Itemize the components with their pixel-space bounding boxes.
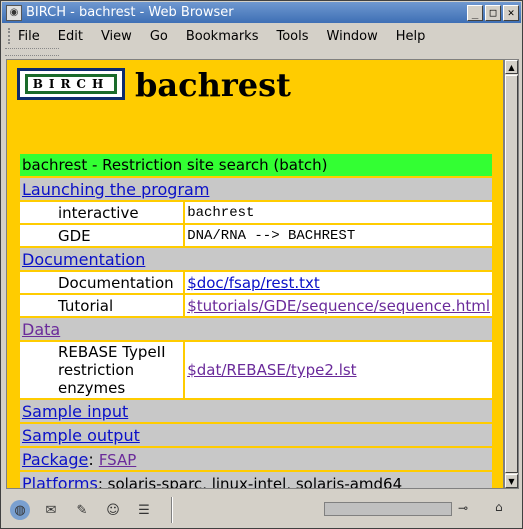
section-sample-input: Sample input	[20, 400, 492, 422]
composer-pen-icon[interactable]: ✎	[72, 500, 92, 520]
menu-help[interactable]: Help	[396, 29, 426, 44]
irc-chat-icon[interactable]: ☰	[134, 500, 154, 520]
birch-logo: BIRCH	[17, 68, 125, 100]
section-package: Package: FSAP	[20, 448, 492, 470]
section-sample-output: Sample output	[20, 424, 492, 446]
scroll-down-arrow-icon[interactable]: ▼	[505, 474, 518, 488]
browser-window: ◉ BIRCH - bachrest - Web Browser _ □ ✕ F…	[0, 0, 523, 529]
sample-input-link[interactable]: Sample input	[22, 402, 128, 421]
vertical-scrollbar[interactable]: ▲ ▼	[504, 59, 519, 489]
scroll-thumb[interactable]	[505, 75, 518, 473]
rebase-value-cell: $dat/REBASE/type2.lst	[185, 342, 492, 398]
section-launching: Launching the program	[20, 178, 492, 200]
package-link[interactable]: Package	[22, 450, 88, 469]
window-title: BIRCH - bachrest - Web Browser	[26, 5, 234, 20]
maximize-button[interactable]: □	[485, 4, 501, 21]
rebase-link[interactable]: $dat/REBASE/type2.lst	[187, 361, 356, 379]
documentation-link[interactable]: Documentation	[22, 250, 145, 269]
section-data: Data	[20, 318, 492, 340]
minimize-button[interactable]: _	[467, 4, 483, 21]
doc-value-cell: $doc/fsap/rest.txt	[185, 272, 492, 293]
collapsed-toolbar-grip[interactable]	[5, 48, 59, 56]
menu-window[interactable]: Window	[327, 29, 378, 44]
security-lock-icon[interactable]: ⌂	[495, 500, 515, 518]
menu-view[interactable]: View	[101, 29, 132, 44]
title-bar[interactable]: ◉ BIRCH - bachrest - Web Browser _ □ ✕	[2, 2, 521, 23]
menu-edit[interactable]: Edit	[58, 29, 83, 44]
scroll-up-arrow-icon[interactable]: ▲	[505, 60, 518, 74]
menu-bar: File Edit View Go Bookmarks Tools Window…	[2, 25, 521, 47]
gde-label: GDE	[20, 225, 184, 246]
address-book-icon[interactable]: ☺	[103, 500, 123, 520]
browser-app-icon: ◉	[6, 4, 22, 21]
menubar-grip[interactable]	[8, 28, 12, 44]
menu-file[interactable]: File	[18, 29, 40, 44]
launching-link[interactable]: Launching the program	[22, 180, 209, 199]
interactive-value: bachrest	[185, 202, 492, 223]
platforms-value: : solaris-sparc, linux-intel, solaris-am…	[97, 474, 403, 489]
doc-link[interactable]: $doc/fsap/rest.txt	[187, 274, 320, 292]
menu-bookmarks[interactable]: Bookmarks	[186, 29, 259, 44]
tutorial-value-cell: $tutorials/GDE/sequence/sequence.html	[185, 295, 492, 316]
doc-label: Documentation	[20, 272, 184, 293]
birch-logo-text: BIRCH	[25, 74, 117, 94]
section-documentation: Documentation	[20, 248, 492, 270]
tutorial-label: Tutorial	[20, 295, 184, 316]
section-platforms: Platforms: solaris-sparc, linux-intel, s…	[20, 472, 492, 489]
interactive-label: interactive	[20, 202, 184, 223]
tutorial-link[interactable]: $tutorials/GDE/sequence/sequence.html	[187, 297, 490, 315]
status-separator	[171, 497, 173, 523]
program-info-table: bachrest - Restriction site search (batc…	[18, 152, 494, 489]
navigator-globe-icon[interactable]: ◍	[10, 500, 30, 520]
mail-envelope-icon[interactable]: ✉	[41, 500, 61, 520]
data-link[interactable]: Data	[22, 320, 60, 339]
gde-value: DNA/RNA --> BACHREST	[185, 225, 492, 246]
page-content: BIRCH bachrest bachrest - Restriction si…	[6, 59, 504, 489]
online-connection-icon[interactable]: ⊸	[458, 501, 488, 517]
progress-bar	[324, 502, 452, 516]
page-title: bachrest	[135, 66, 291, 104]
package-colon: :	[88, 449, 99, 469]
platforms-link[interactable]: Platforms	[22, 474, 98, 489]
status-bar: ◍ ✉ ✎ ☺ ☰ ⊸ ⌂	[2, 494, 521, 526]
program-heading: bachrest - Restriction site search (batc…	[20, 154, 492, 176]
sample-output-link[interactable]: Sample output	[22, 426, 140, 445]
menu-go[interactable]: Go	[150, 29, 168, 44]
menu-tools[interactable]: Tools	[276, 29, 308, 44]
rebase-label: REBASE TypeII restriction enzymes	[20, 342, 184, 398]
package-value-link[interactable]: FSAP	[99, 451, 136, 469]
close-button[interactable]: ✕	[503, 4, 519, 21]
